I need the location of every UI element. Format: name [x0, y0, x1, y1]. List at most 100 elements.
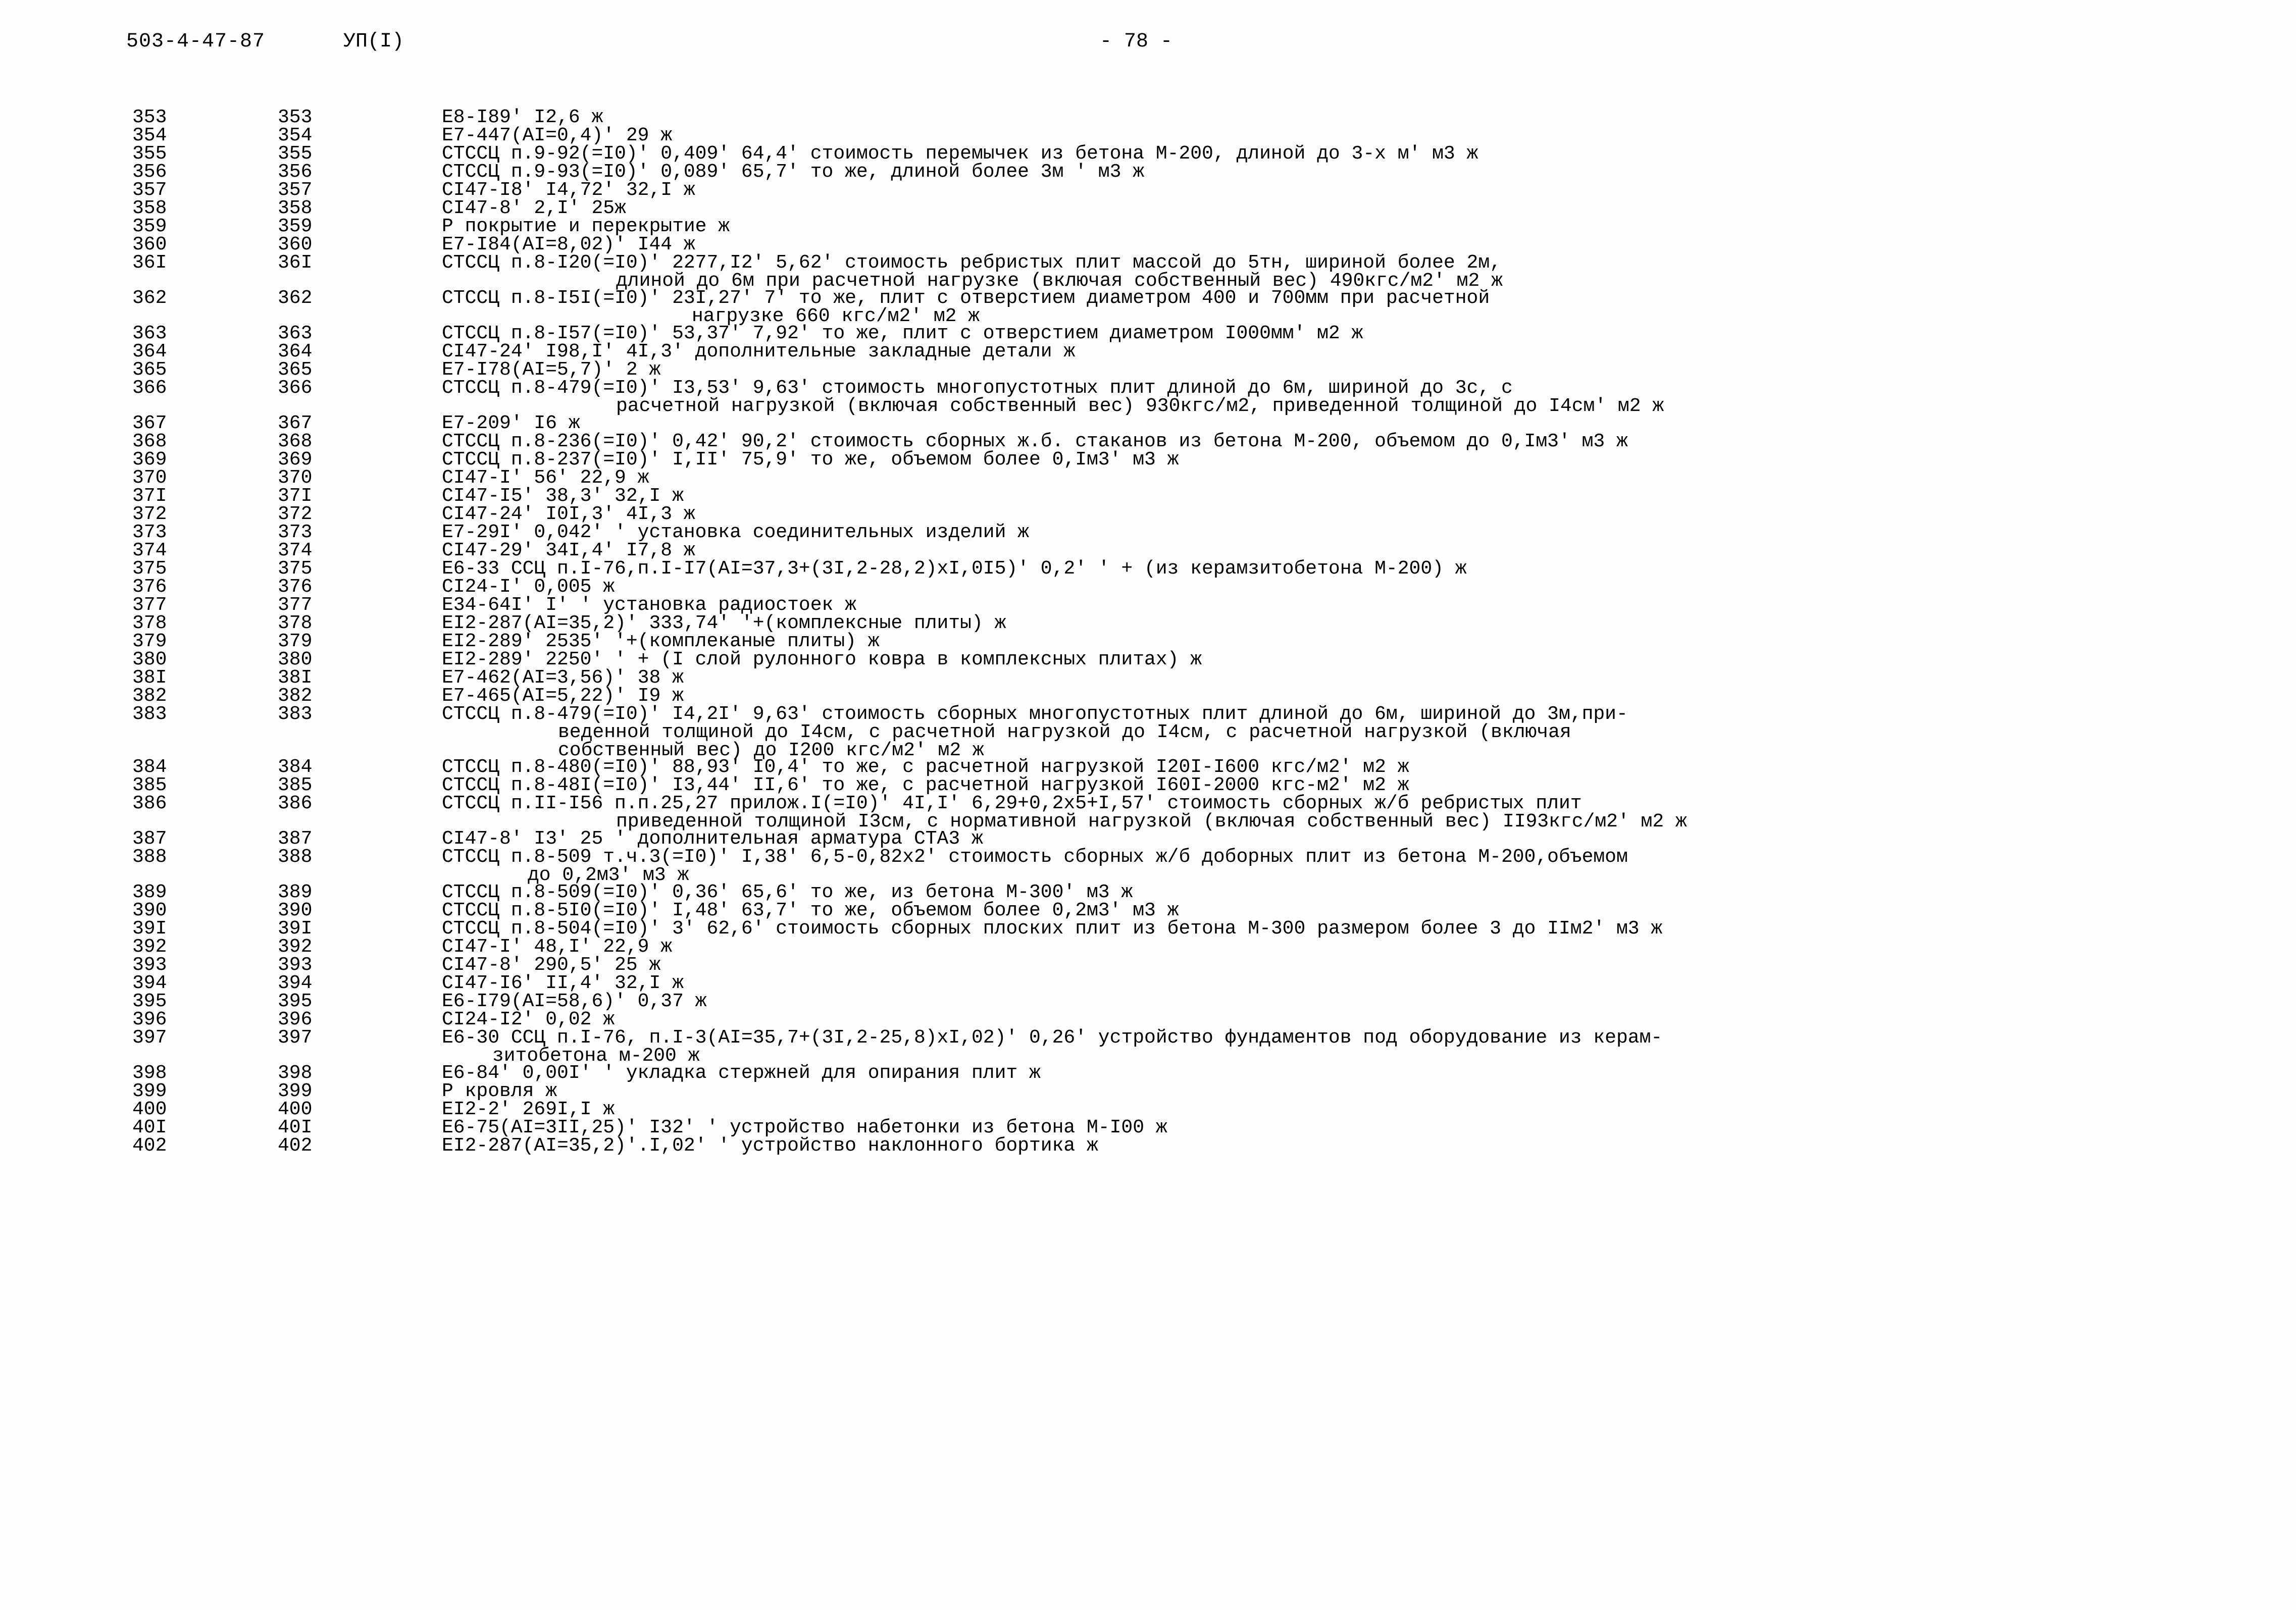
row-description: ЕI2-287(АI=35,2)' 333,74' '+(комплексные…	[442, 614, 2286, 633]
description-line: Е6-I79(АI=58,6)' 0,37 ж	[442, 991, 707, 1012]
table-row: 378 378 ЕI2-287(АI=35,2)' 333,74' '+(компл…	[0, 614, 2296, 633]
row-index-left: 363	[132, 323, 167, 344]
row-index-right: 375	[278, 558, 313, 580]
row-index-right: 399	[278, 1080, 313, 1102]
row-index-left: 399	[132, 1080, 167, 1102]
row-index-right: 394	[278, 972, 313, 994]
description-line: СI47-I' 48,I' 22,9 ж	[442, 936, 673, 958]
row-index-right: 40I	[278, 1117, 313, 1138]
description-line: СI47-8' I3' 25 ' дополнительная арматура…	[442, 828, 983, 850]
row-index-right: 397	[278, 1027, 313, 1049]
table-row: 370 370 СI47-I' 56' 22,9 ж	[0, 469, 2296, 488]
row-index-left: 389	[132, 881, 167, 903]
row-index-left: 400	[132, 1099, 167, 1120]
row-index-right: 357	[278, 179, 313, 201]
description-line: СI47-I6' II,4' 32,I ж	[442, 972, 684, 994]
table-row: 396 396 СI24-I2' 0,02 ж	[0, 1010, 2296, 1029]
table-row: 355 355 СТССЦ п.9-92(=I0)' 0,409' 64,4' ст…	[0, 143, 2296, 165]
row-index-left: 394	[132, 972, 167, 994]
table-row: 38I 38I Е7-462(АI=3,56)' 38 ж	[0, 668, 2296, 688]
row-description: Е6-33 ССЦ п.I-76,п.I-I7(АI=37,3+(3I,2-28…	[442, 559, 2286, 579]
row-index-left: 375	[132, 558, 167, 580]
row-description: СI47-I8' I4,72' 32,I ж	[442, 181, 2286, 200]
table-row: 373 373 Е7-29I' 0,042' ' установка соедини…	[0, 522, 2296, 543]
table-row: 376 376 СI24-I' 0,005 ж	[0, 576, 2296, 598]
table-row: 363 363 СТССЦ п.8-I57(=I0)' 53,37' 7,92' т…	[0, 323, 2296, 344]
description-line: СТССЦ п.8-I20(=I0)' 2277,I2' 5,62' стоим…	[442, 252, 1501, 274]
row-description: СТССЦ п.8-236(=I0)' 0,42' 90,2' стоимост…	[442, 432, 2286, 451]
row-index-right: 364	[278, 341, 313, 362]
row-index-right: 377	[278, 594, 313, 616]
row-index-left: 379	[132, 631, 167, 652]
row-index-right: 402	[278, 1135, 313, 1157]
row-description: СТССЦ п.8-504(=I0)' 3' 62,6' стоимость с…	[442, 919, 2286, 939]
description-line: Р кровля ж	[442, 1080, 557, 1102]
row-index-right: 367	[278, 412, 313, 434]
row-index-left: 392	[132, 936, 167, 958]
row-index-left: 37I	[132, 485, 167, 507]
description-line: ЕI2-289' 2535' '+(комплеканые плиты) ж	[442, 631, 880, 652]
description-line: СI24-I' 0,005 ж	[442, 576, 615, 598]
table-row: 364 364 СI47-24' I98,I' 4I,3' дополнительн…	[0, 341, 2296, 362]
row-description: СТССЦ п.9-92(=I0)' 0,409' 64,4' стоимост…	[442, 144, 2286, 164]
row-index-right: 365	[278, 359, 313, 381]
row-description: СТССЦ п.9-93(=I0)' 0,089' 65,7' то же, д…	[442, 163, 2286, 182]
table-row: 379 379 ЕI2-289' 2535' '+(комплеканые плит…	[0, 631, 2296, 652]
description-line: СТССЦ п.8-I57(=I0)' 53,37' 7,92' то же, …	[442, 323, 1363, 344]
row-index-right: 354	[278, 125, 313, 146]
row-description: СТССЦ п.8-480(=I0)' 88,93' I0,4' то же, …	[442, 758, 2286, 777]
row-index-right: 388	[278, 846, 313, 868]
row-index-left: 358	[132, 197, 167, 219]
row-index-right: 384	[278, 756, 313, 778]
row-index-right: 37I	[278, 485, 313, 507]
row-description: Е7-I84(АI=8,02)' I44 ж	[442, 235, 2286, 254]
row-index-left: 382	[132, 685, 167, 707]
table-row: 358 358 СI47-8' 2,I' 25ж	[0, 199, 2296, 218]
row-description: Е7-29I' 0,042' ' установка соединительны…	[442, 523, 2286, 542]
row-description: Е7-209' I6 ж	[442, 414, 2286, 433]
document-code: 503-4-47-87	[126, 30, 266, 53]
row-index-right: 39I	[278, 918, 313, 940]
row-index-right: 386	[278, 793, 313, 814]
table-row: 383 383 СТССЦ п.8-479(=I0)' I4,2I' 9,63' с…	[0, 703, 2296, 760]
row-index-right: 383	[278, 703, 313, 725]
row-index-right: 355	[278, 143, 313, 165]
row-description: Е7-447(АI=0,4)' 29 ж	[442, 126, 2286, 145]
table-row: 388 388 СТССЦ п.8-509 т.ч.3(=I0)' I,38' 6,…	[0, 846, 2296, 885]
page-number: - 78 -	[1099, 30, 1173, 53]
row-index-right: 378	[278, 612, 313, 634]
row-description: Е8-I89' I2,6 ж	[442, 107, 2286, 128]
row-index-left: 368	[132, 431, 167, 452]
row-description: СТССЦ п.8-237(=I0)' I,II' 75,9' то же, о…	[442, 449, 2286, 471]
row-index-left: 39I	[132, 918, 167, 940]
description-line: СТССЦ п.8-I5I(=I0)' 23I,27' 7' то же, пл…	[442, 287, 1490, 309]
row-index-right: 372	[278, 503, 313, 525]
row-index-right: 398	[278, 1062, 313, 1084]
table-row: 365 365 Е7-I78(АI=5,7)' 2 ж	[0, 359, 2296, 381]
row-index-left: 372	[132, 503, 167, 525]
row-description: ЕI2-289' 2250' ' + (I слой рулонного ков…	[442, 650, 2286, 669]
description-line: Е8-I89' I2,6 ж	[442, 107, 603, 128]
row-index-left: 367	[132, 412, 167, 434]
description-line: СТССЦ п.II-I56 п.п.25,27 прилож.I(=I0)' …	[442, 793, 1582, 814]
row-index-right: 390	[278, 900, 313, 921]
row-index-left: 366	[132, 377, 167, 399]
row-index-right: 374	[278, 540, 313, 561]
row-index-left: 354	[132, 125, 167, 146]
description-line: СТССЦ п.8-48I(=I0)' I3,44' II,6' то же, …	[442, 774, 1409, 796]
description-line: СТССЦ п.8-479(=I0)' I4,2I' 9,63' стоимос…	[442, 703, 1628, 725]
description-line: СТССЦ п.8-237(=I0)' I,II' 75,9' то же, о…	[442, 449, 1179, 471]
row-description: ЕI2-287(АI=35,2)'.I,02' ' устройство нак…	[442, 1136, 2286, 1156]
row-description: СI24-I' 0,005 ж	[442, 576, 2286, 598]
row-description: СТССЦ п.II-I56 п.п.25,27 прилож.I(=I0)' …	[442, 793, 2286, 832]
row-index-left: 395	[132, 991, 167, 1012]
row-index-right: 379	[278, 631, 313, 652]
row-description: СТССЦ п.8-I20(=I0)' 2277,I2' 5,62' стоим…	[442, 252, 2286, 291]
table-row: 386 386 СТССЦ п.II-I56 п.п.25,27 прилож.I(…	[0, 793, 2296, 832]
row-description: Е7-I78(АI=5,7)' 2 ж	[442, 360, 2286, 380]
row-index-right: 393	[278, 954, 313, 976]
description-line: расчетной нагрузкой (включая собственный…	[616, 395, 1664, 417]
table-row: 369 369 СТССЦ п.8-237(=I0)' I,II' 75,9' то…	[0, 449, 2296, 471]
row-index-left: 373	[132, 522, 167, 543]
table-row: 385 385 СТССЦ п.8-48I(=I0)' I3,44' II,6' т…	[0, 776, 2296, 795]
